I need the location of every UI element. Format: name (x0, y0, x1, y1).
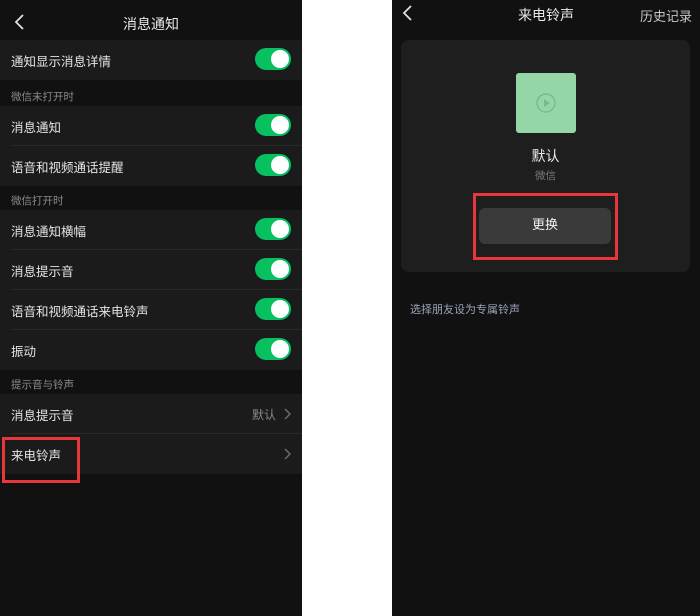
setting-row-message-sound: 消息提示音 (0, 250, 302, 290)
vibrate-toggle[interactable] (255, 338, 291, 360)
banner-toggle[interactable] (255, 218, 291, 240)
nav-bar: 消息通知 (0, 0, 302, 44)
call-remind-toggle[interactable] (255, 154, 291, 176)
play-icon (536, 93, 556, 113)
toggle-knob (271, 300, 289, 318)
chevron-right-icon (284, 448, 291, 460)
nav-bar: 来电铃声 历史记录 (392, 0, 700, 44)
toggle-knob (271, 156, 289, 174)
setting-row-message-tone[interactable]: 消息提示音 默认 (0, 394, 302, 434)
toggle-knob (271, 340, 289, 358)
ringtone-cover[interactable] (516, 73, 576, 133)
show-details-toggle[interactable] (255, 48, 291, 70)
highlight-box-ringtone (2, 437, 80, 483)
page-title: 消息通知 (123, 17, 179, 33)
setting-label: 消息通知 (11, 120, 62, 135)
history-link[interactable]: 历史记录 (640, 6, 692, 25)
setting-row-call-remind: 语音和视频通话提醒 (0, 146, 302, 186)
toggle-knob (271, 260, 289, 278)
setting-label: 语音和视频通话来电铃声 (11, 304, 149, 319)
right-phone-screen: 来电铃声 历史记录 默认 微信 更换 选择朋友设为专属铃声 (392, 0, 700, 616)
setting-value: 默认 (251, 408, 276, 422)
ringtone-source: 微信 (535, 170, 556, 182)
setting-row-message-notify: 消息通知 (0, 106, 302, 146)
chevron-right-icon (284, 408, 291, 420)
message-notify-toggle[interactable] (255, 114, 291, 136)
message-sound-toggle[interactable] (255, 258, 291, 280)
left-phone-screen: 消息通知 通知显示消息详情 微信未打开时 消息通知 语音和视频通话提醒 微信打开… (0, 0, 302, 616)
setting-row-vibrate: 振动 (0, 330, 302, 370)
setting-row-banner: 消息通知横幅 (0, 210, 302, 250)
setting-label: 消息通知横幅 (11, 224, 87, 239)
ringtone-name: 默认 (531, 149, 560, 165)
friend-ringtone-link[interactable]: 选择朋友设为专属铃声 (410, 301, 520, 317)
setting-label: 语音和视频通话提醒 (11, 160, 124, 175)
call-ringtone-toggle[interactable] (255, 298, 291, 320)
highlight-box-change (473, 193, 618, 260)
setting-label: 消息提示音 (11, 408, 74, 423)
toggle-knob (271, 50, 289, 68)
setting-row-call-ringtone: 语音和视频通话来电铃声 (0, 290, 302, 330)
setting-label: 通知显示消息详情 (11, 54, 112, 69)
setting-label: 振动 (11, 344, 37, 359)
setting-label: 消息提示音 (11, 264, 74, 279)
toggle-knob (271, 220, 289, 238)
setting-row-show-details: 通知显示消息详情 (0, 40, 302, 80)
toggle-knob (271, 116, 289, 134)
